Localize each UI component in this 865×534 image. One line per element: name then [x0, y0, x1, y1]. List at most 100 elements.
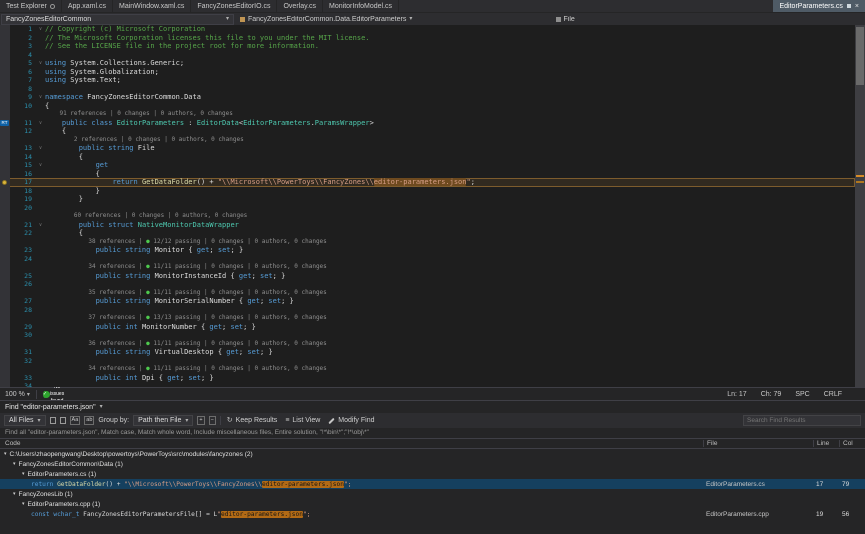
- find-group-row[interactable]: ▾FancyZonesEditorCommon\Data (1): [0, 459, 865, 469]
- code-line[interactable]: 29 public int MonitorNumber { get; set; …: [0, 323, 855, 332]
- fold-collapse-icon[interactable]: ∨: [36, 59, 45, 68]
- current-document-icon[interactable]: [60, 417, 66, 424]
- find-group-row[interactable]: ▾EditorParameters.cpp (1): [0, 499, 865, 509]
- code-line[interactable]: 20: [0, 204, 855, 213]
- fold-collapse-icon[interactable]: ∨: [36, 25, 45, 34]
- code-line[interactable]: 21∨ public struct NativeMonitorDataWrapp…: [0, 221, 855, 230]
- codelens-row[interactable]: 2 references | 0 changes | 0 authors, 0 …: [0, 136, 855, 145]
- zoom-control[interactable]: 100 % ▾: [5, 391, 30, 398]
- find-group-row[interactable]: ▾EditorParameters.cs (1): [0, 469, 865, 479]
- code-line[interactable]: 28: [0, 306, 855, 315]
- tree-expanded-icon[interactable]: ▾: [13, 492, 16, 497]
- column-header-col[interactable]: Col: [839, 440, 865, 447]
- tree-expanded-icon[interactable]: ▾: [4, 452, 7, 457]
- code-line[interactable]: 26: [0, 280, 855, 289]
- codelens-row[interactable]: 91 references | 0 changes | 0 authors, 0…: [0, 110, 855, 119]
- editor-scrollbar[interactable]: [855, 25, 865, 387]
- codelens-row[interactable]: 38 references | ● 12/12 passing | 0 chan…: [0, 238, 855, 247]
- scope-dropdown[interactable]: All Files ▾: [4, 415, 46, 426]
- column-header-code[interactable]: Code: [0, 440, 703, 447]
- test-badge-icon[interactable]: RT: [0, 120, 9, 127]
- keep-results-button[interactable]: ↻ Keep Results: [225, 417, 280, 424]
- code-line[interactable]: 9∨namespace FancyZonesEditorCommon.Data: [0, 93, 855, 102]
- code-line[interactable]: 14 {: [0, 153, 855, 162]
- tab-monitorinfomodel-cs[interactable]: MonitorInfoModel.cs: [323, 0, 399, 12]
- tab-fancyzoneseditorio-cs[interactable]: FancyZonesEditorIO.cs: [191, 0, 277, 12]
- code-line[interactable]: 27 public string MonitorSerialNumber { g…: [0, 297, 855, 306]
- keep-open-icon[interactable]: [847, 4, 851, 8]
- codelens-row[interactable]: 34 references | ● 11/11 passing | 0 chan…: [0, 365, 855, 374]
- code-line[interactable]: 19 }: [0, 195, 855, 204]
- tab-overlay-cs[interactable]: Overlay.cs: [277, 0, 323, 12]
- code-line[interactable]: 10{: [0, 102, 855, 111]
- fold-collapse-icon[interactable]: ∨: [36, 119, 45, 128]
- code-line[interactable]: 3// See the LICENSE file in the project …: [0, 42, 855, 51]
- search-find-results-input[interactable]: [743, 415, 861, 426]
- code-line[interactable]: 13∨ public string File: [0, 144, 855, 153]
- tree-expanded-icon[interactable]: ▾: [22, 502, 25, 507]
- code-line[interactable]: 34: [0, 382, 855, 387]
- quick-actions-lightbulb-icon[interactable]: [2, 180, 7, 185]
- find-result-row[interactable]: return GetDataFolder() + "\\Microsoft\\P…: [0, 479, 865, 489]
- find-panel-title[interactable]: Find "editor-parameters.json" ▾: [0, 401, 865, 413]
- codelens-row[interactable]: 36 references | ● 11/11 passing | 0 chan…: [0, 340, 855, 349]
- code-editor[interactable]: 1∨// Copyright (c) Microsoft Corporation…: [0, 25, 865, 387]
- result-code-text: return GetDataFolder() + "\\Microsoft\\P…: [31, 481, 351, 488]
- member-dropdown[interactable]: File: [556, 16, 865, 23]
- type-dropdown[interactable]: FancyZonesEditorCommon.Data.EditorParame…: [234, 16, 556, 23]
- find-group-row[interactable]: ▾C:\Users\zhaopengwang\Desktop\powertoys…: [0, 449, 865, 459]
- code-line[interactable]: RT11∨ public class EditorParameters : Ed…: [0, 119, 855, 128]
- tab-mainwindow-xaml-cs[interactable]: MainWindow.xaml.cs: [113, 0, 191, 12]
- codelens-row[interactable]: 35 references | ● 11/11 passing | 0 chan…: [0, 289, 855, 298]
- fold-collapse-icon[interactable]: ∨: [36, 221, 45, 230]
- code-line[interactable]: 1∨// Copyright (c) Microsoft Corporation: [0, 25, 855, 34]
- tree-expanded-icon[interactable]: ▾: [22, 472, 25, 477]
- code-line[interactable]: 31 public string VirtualDesktop { get; s…: [0, 348, 855, 357]
- code-line[interactable]: 4: [0, 51, 855, 60]
- code-line[interactable]: 7using System.Text;: [0, 76, 855, 85]
- code-line[interactable]: 8: [0, 85, 855, 94]
- tab-editorparameters-cs-active[interactable]: EditorParameters.cs ×: [773, 0, 865, 12]
- codelens-row[interactable]: 37 references | ● 13/13 passing | 0 chan…: [0, 314, 855, 323]
- code-line[interactable]: 23 public string Monitor { get; set; }: [0, 246, 855, 255]
- scrollbar-thumb[interactable]: [856, 27, 864, 85]
- code-line[interactable]: 12 {: [0, 127, 855, 136]
- collapse-all-icon[interactable]: −: [209, 416, 216, 425]
- find-group-row[interactable]: ▾FancyZonesLib (1): [0, 489, 865, 499]
- whole-word-icon[interactable]: ab: [84, 416, 94, 425]
- code-line[interactable]: 15∨ get: [0, 161, 855, 170]
- code-line[interactable]: 18 }: [0, 187, 855, 196]
- list-view-button[interactable]: ≡ List View: [283, 417, 322, 424]
- project-dropdown[interactable]: FancyZonesEditorCommon ▾: [1, 14, 234, 25]
- group-by-dropdown[interactable]: Path then File ▾: [133, 415, 193, 426]
- code-line[interactable]: 22 {: [0, 229, 855, 238]
- close-icon[interactable]: ×: [855, 3, 859, 10]
- find-result-row[interactable]: const wchar_t FancyZonesEditorParameters…: [0, 509, 865, 519]
- codelens-row[interactable]: 34 references | ● 11/11 passing | 0 chan…: [0, 263, 855, 272]
- tree-expanded-icon[interactable]: ▾: [13, 462, 16, 467]
- code-line[interactable]: 2// The Microsoft Corporation licenses t…: [0, 34, 855, 43]
- modify-find-button[interactable]: Modify Find: [326, 417, 376, 424]
- column-header-file[interactable]: File: [703, 440, 813, 447]
- fold-collapse-icon[interactable]: ∨: [36, 144, 45, 153]
- code-line[interactable]: 24: [0, 255, 855, 264]
- tab-app-xaml-cs[interactable]: App.xaml.cs: [62, 0, 113, 12]
- code-line[interactable]: 16 {: [0, 170, 855, 179]
- match-case-icon[interactable]: Aa: [70, 416, 81, 425]
- code-line[interactable]: 30: [0, 331, 855, 340]
- code-line[interactable]: 32: [0, 357, 855, 366]
- column-header-line[interactable]: Line: [813, 440, 839, 447]
- fold-collapse-icon[interactable]: ∨: [36, 93, 45, 102]
- glyph-margin: [0, 314, 10, 323]
- code-line[interactable]: 33 public int Dpi { get; set; }: [0, 374, 855, 383]
- open-files-icon[interactable]: [50, 417, 56, 424]
- expand-all-icon[interactable]: +: [197, 416, 204, 425]
- fold-collapse-icon[interactable]: ∨: [36, 161, 45, 170]
- code-line[interactable]: 5∨using System.Collections.Generic;: [0, 59, 855, 68]
- code-line[interactable]: 17 return GetDataFolder() + "\\Microsoft…: [0, 178, 855, 187]
- code-line[interactable]: 6using System.Globalization;: [0, 68, 855, 77]
- codelens-row[interactable]: 60 references | 0 changes | 0 authors, 0…: [0, 212, 855, 221]
- code-line[interactable]: 25 public string MonitorInstanceId { get…: [0, 272, 855, 281]
- tab-test-explorer[interactable]: Test Explorer: [0, 0, 62, 12]
- health-indicator[interactable]: ✓ No issues found: [43, 391, 50, 398]
